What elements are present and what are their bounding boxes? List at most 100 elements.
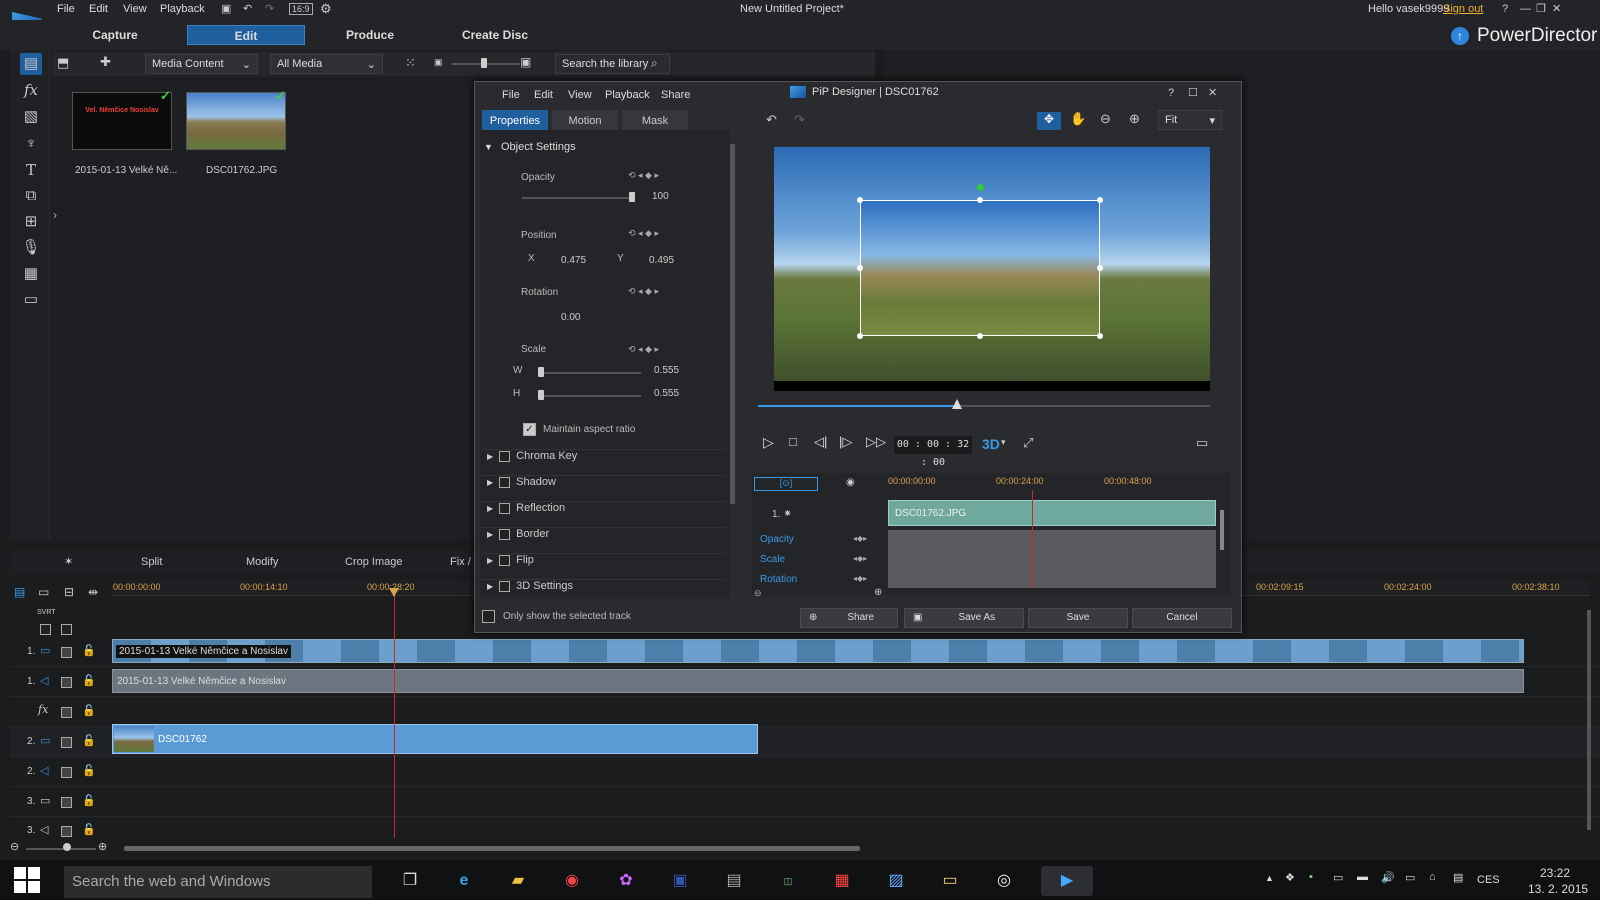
resize-handle[interactable] <box>1097 265 1103 271</box>
track-enable-checkbox[interactable] <box>61 677 72 688</box>
keyframe-controls-position[interactable]: ⟲ ◂ ◆ ▸ <box>628 228 659 239</box>
media-room-icon[interactable]: ▤ <box>20 53 42 75</box>
3d-mode-button[interactable]: 3D <box>982 436 1000 452</box>
keyframe-controls-scale[interactable]: ⟲ ◂ ◆ ▸ <box>628 344 659 355</box>
photo-thumbnail[interactable] <box>186 92 286 150</box>
save-as-button[interactable]: ▣ Save As <box>904 608 1024 628</box>
pip-object[interactable] <box>860 200 1100 336</box>
launcher-icon[interactable]: ▦ <box>825 866 859 896</box>
next-frame-icon[interactable]: |▷ <box>839 434 852 450</box>
save-icon[interactable]: ▣ <box>221 2 231 15</box>
kf-playhead[interactable] <box>1032 490 1033 588</box>
lock-icon[interactable]: 🔓 <box>82 704 96 717</box>
pip-clip[interactable]: DSC01762 <box>112 724 758 754</box>
fx-room-icon[interactable]: fx <box>20 79 42 101</box>
zoom-in-icon[interactable]: ⊕ <box>1129 111 1140 127</box>
playhead-handle[interactable] <box>389 588 399 597</box>
help-icon[interactable]: ? <box>1168 87 1174 99</box>
audio-clip[interactable]: 2015-01-13 Velké Němčice a Nosislav <box>112 669 1524 693</box>
tab-create-disc[interactable]: Create Disc <box>450 25 540 45</box>
clock-time[interactable]: 23:22 <box>1540 866 1570 880</box>
rotation-value[interactable]: 0.00 <box>561 312 580 323</box>
timeline-hscroll[interactable] <box>124 846 860 851</box>
kf-lane[interactable] <box>888 530 1216 588</box>
section-checkbox[interactable] <box>499 476 511 488</box>
taskbar-search[interactable]: Search the web and Windows <box>64 866 372 898</box>
internet-explorer-icon[interactable]: e <box>447 866 481 896</box>
magic-tools-icon[interactable]: ✶ <box>64 555 73 568</box>
particle-room-icon[interactable]: ♆ <box>20 133 42 155</box>
start-icon[interactable] <box>14 867 40 893</box>
section-chroma-key[interactable]: ▶ Chroma Key <box>481 449 726 473</box>
close-icon[interactable]: ✕ <box>1208 86 1217 99</box>
dropbox-icon[interactable]: ❖ <box>1285 871 1295 884</box>
object-settings-header[interactable]: ▼ Object Settings <box>484 141 728 153</box>
lock-icon[interactable]: 🔓 <box>82 644 96 657</box>
save-button[interactable]: Save <box>1028 608 1128 628</box>
opacity-slider[interactable] <box>522 197 635 199</box>
track-enable-checkbox[interactable] <box>61 707 72 718</box>
subtitle-room-icon[interactable]: ▭ <box>20 289 42 311</box>
svrt-checkbox[interactable] <box>40 624 51 635</box>
fullscreen-icon[interactable]: ⤢ <box>1023 435 1033 451</box>
track-manager-icon[interactable]: ⊟ <box>64 585 74 599</box>
section-checkbox[interactable] <box>499 528 511 540</box>
kf-clip[interactable]: DSC01762.JPG <box>888 500 1216 526</box>
position-x-value[interactable]: 0.475 <box>561 255 586 266</box>
section-3d-settings[interactable]: ▶ 3D Settings <box>481 579 726 595</box>
file-explorer-icon[interactable]: ▰ <box>501 866 535 896</box>
zoom-out-icon[interactable]: ⊖ <box>1100 111 1111 127</box>
section-checkbox[interactable] <box>499 502 511 514</box>
zoom-in-icon[interactable]: ⊕ <box>98 840 107 853</box>
kf-zoom-in-icon[interactable]: ⊕ <box>874 587 882 598</box>
undo-icon[interactable]: ↶ <box>243 2 252 15</box>
properties-scrollbar[interactable] <box>730 144 735 504</box>
stop-icon[interactable]: □ <box>789 434 797 449</box>
cancel-button[interactable]: Cancel <box>1132 608 1232 628</box>
timeline-vscroll[interactable] <box>1587 610 1591 830</box>
scale-h-value[interactable]: 0.555 <box>654 388 679 399</box>
task-view-icon[interactable]: ❐ <box>393 866 427 896</box>
fast-forward-icon[interactable]: ▷▷ <box>866 434 886 450</box>
track-enable-checkbox[interactable] <box>61 737 72 748</box>
keyframe-toggle-icon[interactable]: ◉ <box>846 477 855 488</box>
chapter-room-icon[interactable]: ▦ <box>20 263 42 285</box>
settings-icon[interactable]: ⚙ <box>320 1 332 17</box>
battery-icon[interactable]: ▭ <box>1405 871 1415 884</box>
track-enable-checkbox[interactable] <box>61 826 72 837</box>
section-checkbox[interactable] <box>499 450 511 462</box>
dialog-menu-view[interactable]: View <box>568 89 592 101</box>
pip-room-icon[interactable]: ▧ <box>20 106 42 128</box>
chevron-down-icon[interactable]: ▾ <box>1001 437 1006 448</box>
timecode-display[interactable]: 00 : 00 : 32 : 00 <box>894 436 972 468</box>
media-content-dropdown[interactable]: Media Content ⌄ <box>145 54 258 74</box>
large-thumb-icon[interactable]: ▣ <box>520 55 531 69</box>
camera-app-icon[interactable]: ◎ <box>987 866 1021 896</box>
section-border[interactable]: ▶ Border <box>481 527 726 551</box>
scale-w-value[interactable]: 0.555 <box>654 365 679 376</box>
scale-h-slider[interactable] <box>538 395 641 397</box>
all-media-dropdown[interactable]: All Media ⌄ <box>270 54 383 74</box>
section-checkbox[interactable] <box>499 580 511 592</box>
lock-icon[interactable]: 🔓 <box>82 674 96 687</box>
floppy-app-icon[interactable]: ▣ <box>663 866 697 896</box>
redo-icon[interactable]: ↷ <box>794 112 805 128</box>
powerdirector-taskbar-icon[interactable]: ▶ <box>1041 866 1093 896</box>
display-ratio-icon[interactable]: ▭ <box>1196 435 1208 451</box>
minimize-icon[interactable]: — <box>1520 3 1531 15</box>
volume-icon[interactable]: 🔊 <box>1381 871 1395 884</box>
track-settings-icon[interactable]: ⁕ <box>783 507 792 520</box>
tray-expand-icon[interactable]: ▲ <box>1265 873 1274 883</box>
network-app-icon[interactable]: ▪ <box>1309 871 1313 883</box>
kf-zoom-out-icon[interactable]: ⊖ <box>754 588 762 599</box>
menu-view[interactable]: View <box>123 3 147 15</box>
video-clip[interactable]: 2015-01-13 Velké Němčice a Nosislav <box>112 639 1524 663</box>
image-app-icon[interactable]: ▨ <box>879 866 913 896</box>
keyframe-controls-opacity[interactable]: ⟲ ◂ ◆ ▸ <box>628 170 659 181</box>
resize-handle[interactable] <box>977 197 983 203</box>
storyboard-view-icon[interactable]: ▭ <box>38 585 49 599</box>
track-enable-checkbox[interactable] <box>61 647 72 658</box>
chrome-icon[interactable]: ◉ <box>555 866 589 896</box>
menu-playback[interactable]: Playback <box>160 3 205 15</box>
maximize-icon[interactable]: ☐ <box>1188 86 1198 99</box>
